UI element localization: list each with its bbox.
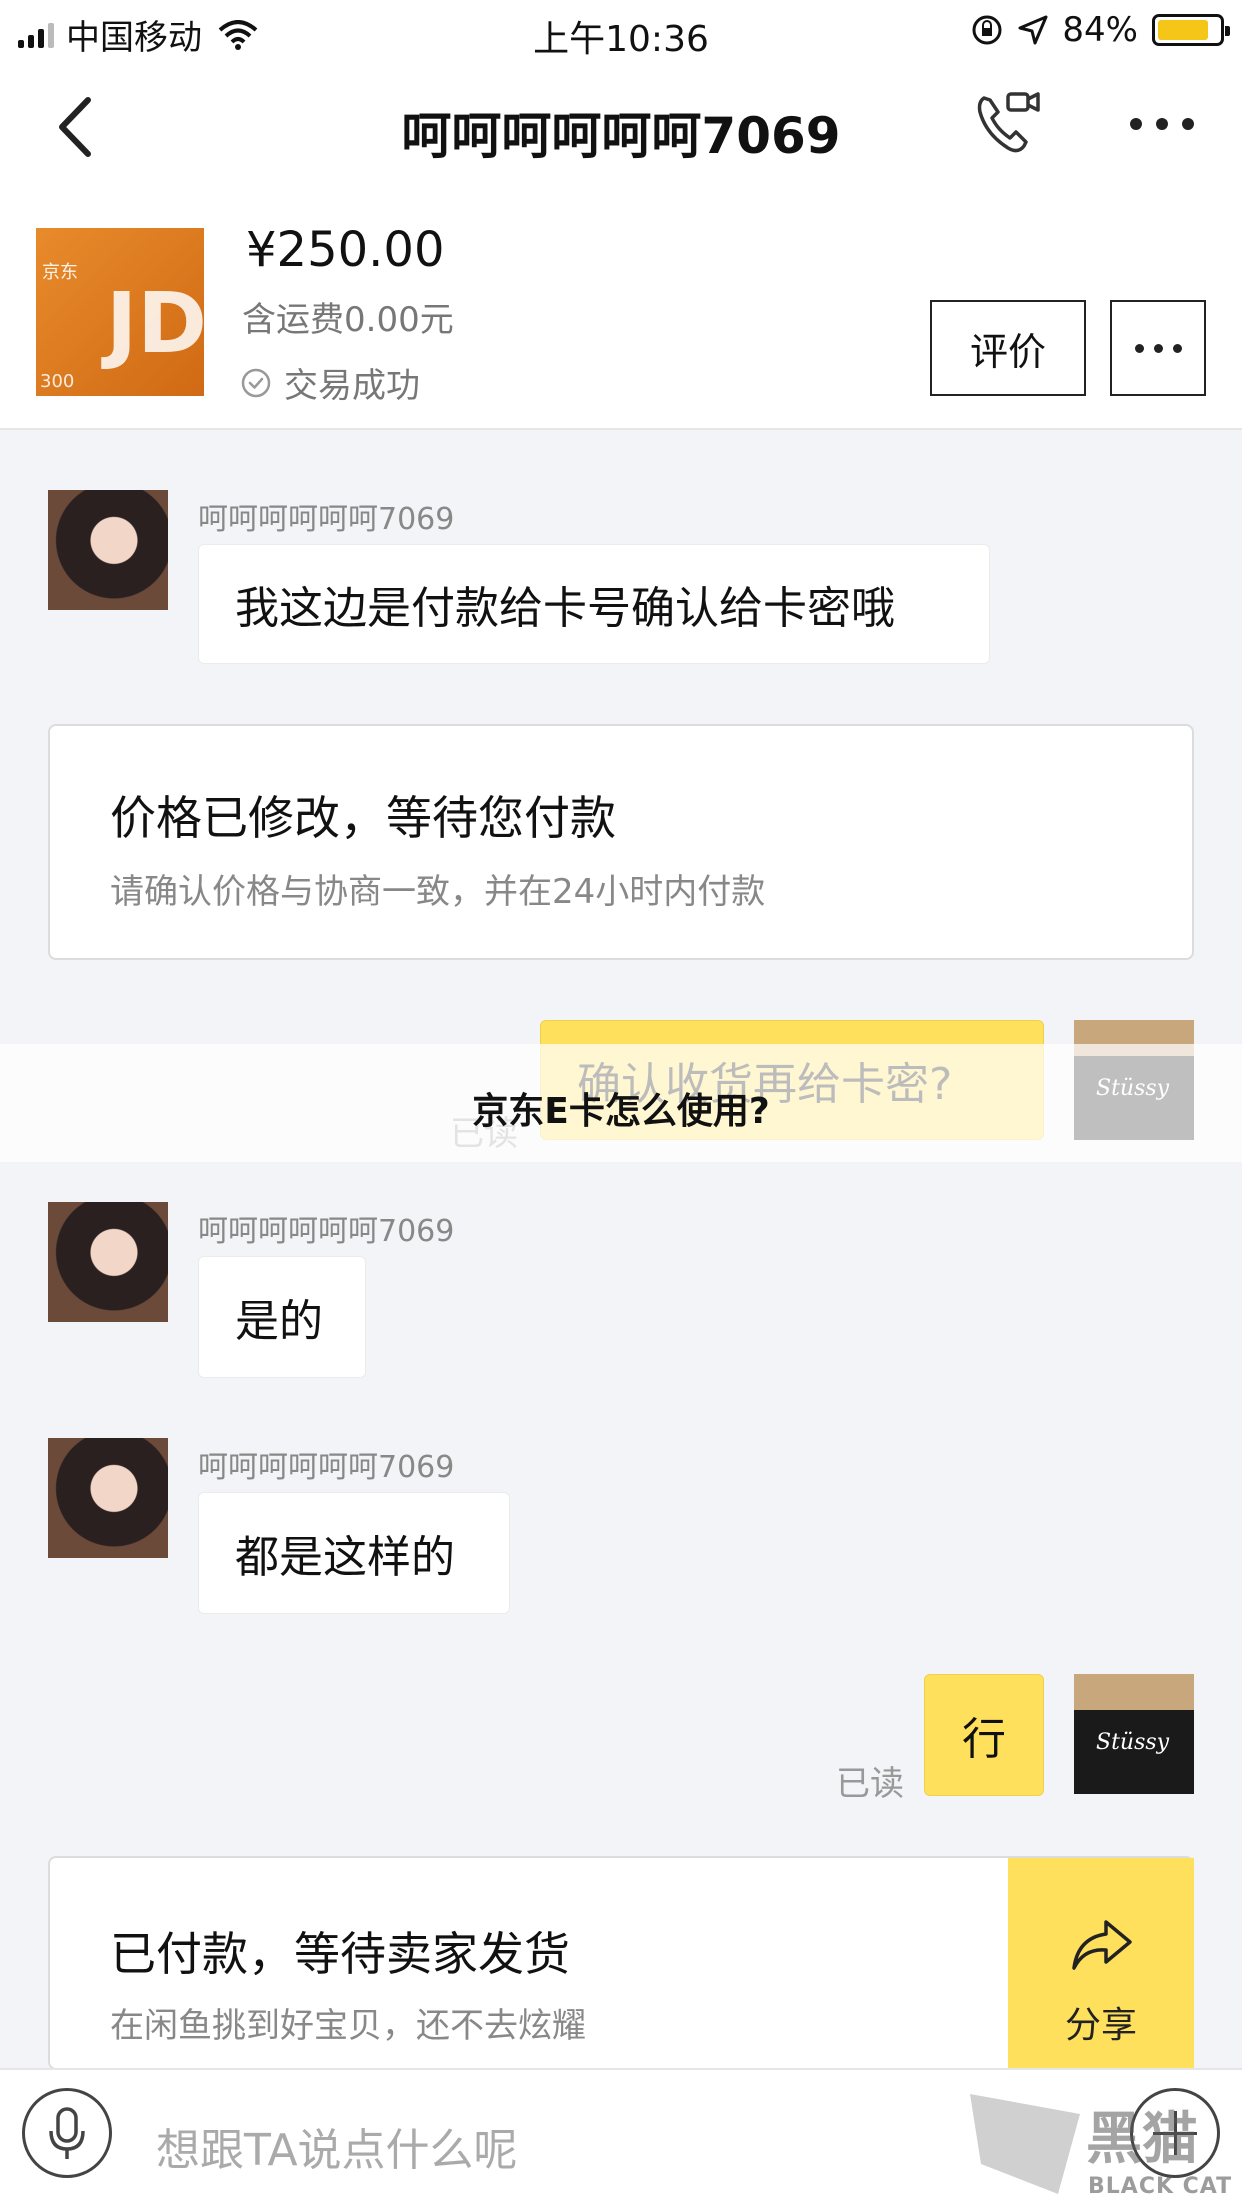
message-bubble[interactable]: 我这边是付款给卡号确认给卡密哦 [198,544,990,664]
review-button[interactable]: 评价 [930,300,1086,396]
message-bubble-mine[interactable]: 行 [924,1674,1044,1796]
cat-logo [970,2094,1080,2194]
watermark-en: BLACK CAT [1088,2174,1233,2199]
sender-name: 呵呵呵呵呵呵7069 [198,1450,455,1485]
microphone-button[interactable] [22,2088,112,2178]
product-price: ¥250.00 [246,222,445,278]
order-status: 交易成功 [240,358,420,407]
page-title: 呵呵呵呵呵呵7069 [401,107,841,165]
shipping-fee: 含运费0.00元 [242,300,454,340]
nav-bar: 呵呵呵呵呵呵7069 [0,62,1242,192]
order-more-button[interactable] [1110,300,1206,396]
price-changed-card[interactable]: 价格已修改，等待您付款 请确认价格与协商一致，并在24小时内付款 [48,724,1194,960]
watermark: 黑猫 BLACK CAT [970,2094,1240,2206]
share-button[interactable]: 分享 [1008,1858,1194,2068]
card-title: 价格已修改，等待您付款 [110,791,616,845]
avatar[interactable] [48,1438,168,1558]
location-icon [1018,15,1048,45]
card-subtitle: 在闲鱼挑到好宝贝，还不去炫耀 [110,2006,586,2046]
message-bubble[interactable]: 是的 [198,1256,366,1378]
read-status: 已读 [836,1764,904,1804]
status-right: 84% [970,10,1230,50]
status-bar: 中国移动 上午10:36 84% [0,0,1242,62]
thumb-value: 300 [40,371,75,392]
sender-name: 呵呵呵呵呵呵7069 [198,1214,455,1249]
jd-logo: JD [106,274,204,372]
sender-name: 呵呵呵呵呵呵7069 [198,502,455,537]
avatar[interactable] [48,490,168,610]
order-summary[interactable]: 京东 JD 300 ¥250.00 含运费0.00元 交易成功 评价 [0,192,1242,430]
message-bubble[interactable]: 都是这样的 [198,1492,510,1614]
product-thumbnail[interactable]: 京东 JD 300 [36,228,204,396]
video-call-icon[interactable] [972,88,1042,158]
rotation-lock-icon [972,15,1002,45]
overlay-title: 京东E卡怎么使用? [472,1091,770,1132]
thumb-brand: 京东 [42,262,78,283]
card-title: 已付款，等待卖家发货 [110,1927,570,1981]
more-icon[interactable] [1130,112,1194,136]
microphone-icon [49,2107,85,2159]
order-status-text: 交易成功 [284,366,420,406]
card-subtitle: 请确认价格与协商一致，并在24小时内付款 [110,872,766,912]
battery-icon [1152,14,1230,46]
message-input[interactable]: 想跟TA说点什么呢 [156,2114,518,2178]
watermark-cn: 黑猫 [1086,2107,1198,2172]
share-label: 分享 [1064,2005,1137,2046]
title-overlay-banner: 京东E卡怎么使用? [0,1044,1242,1162]
battery-percent: 84% [1062,10,1138,50]
check-circle-icon [241,368,271,397]
avatar[interactable] [48,1202,168,1322]
my-avatar[interactable]: Stüssy [1074,1674,1194,1794]
share-icon [1072,1920,1132,1970]
